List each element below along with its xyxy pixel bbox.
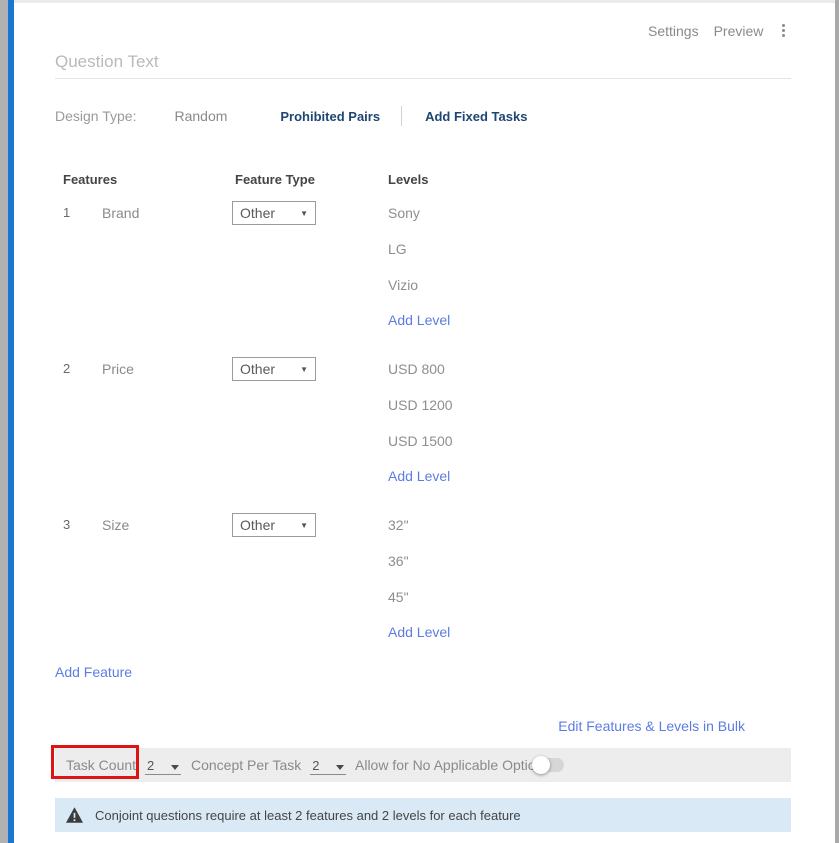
add-fixed-tasks-link[interactable]: Add Fixed Tasks	[425, 109, 527, 124]
warning-banner: Conjoint questions require at least 2 fe…	[55, 798, 791, 832]
add-level-link[interactable]: Add Level	[388, 615, 450, 650]
outer-gray-strip	[0, 0, 8, 843]
right-border-strip	[835, 0, 839, 843]
prohibited-pairs-link[interactable]: Prohibited Pairs	[280, 109, 380, 124]
design-type-value[interactable]: Random	[174, 108, 227, 124]
levels-column-header: Levels	[388, 172, 773, 187]
options-bar: Task Count 2 Concept Per Task 2 Allow fo…	[55, 748, 791, 782]
feature-row-price: 2 Price Other ▼ USD 800 USD 1200 USD 150…	[63, 351, 773, 494]
table-header-row: Features Feature Type Levels	[63, 172, 773, 187]
add-level-link[interactable]: Add Level	[388, 459, 450, 494]
level-value[interactable]: USD 800	[388, 351, 773, 387]
feature-name[interactable]: Size	[102, 507, 232, 650]
feature-row-brand: 1 Brand Other ▼ Sony LG Vizio Add Level	[63, 195, 773, 338]
select-caret-icon: ▼	[300, 521, 308, 530]
task-count-dropdown[interactable]: Task Count 2	[66, 748, 181, 782]
feature-index: 3	[63, 507, 102, 650]
select-caret-icon: ▼	[300, 365, 308, 374]
concept-per-task-label: Concept Per Task	[191, 757, 301, 773]
level-value[interactable]: Vizio	[388, 267, 773, 303]
question-text-input[interactable]: Question Text	[55, 52, 555, 72]
task-count-value: 2	[147, 759, 154, 772]
question-accent-bar	[8, 0, 14, 843]
features-column-header: Features	[63, 172, 235, 187]
design-type-label: Design Type:	[55, 108, 136, 124]
warning-text: Conjoint questions require at least 2 fe…	[95, 808, 521, 823]
design-type-row: Design Type: Random Prohibited Pairs Add…	[55, 104, 527, 128]
level-value[interactable]: 45"	[388, 579, 773, 615]
toggle-knob	[532, 756, 550, 774]
edit-features-levels-bulk-link[interactable]: Edit Features & Levels in Bulk	[558, 718, 745, 734]
top-border-strip	[14, 0, 835, 3]
preview-button[interactable]: Preview	[714, 23, 764, 39]
feature-name[interactable]: Brand	[102, 195, 232, 338]
feature-type-select[interactable]: Other ▼	[232, 201, 316, 225]
header-actions: Settings Preview	[648, 22, 789, 39]
feature-name[interactable]: Price	[102, 351, 232, 494]
level-value[interactable]: USD 1500	[388, 423, 773, 459]
dropdown-arrow-icon	[171, 765, 179, 770]
feature-type-column-header: Feature Type	[235, 172, 388, 187]
feature-row-size: 3 Size Other ▼ 32" 36" 45" Add Level	[63, 507, 773, 650]
concept-per-task-dropdown[interactable]: Concept Per Task 2	[191, 748, 346, 782]
conjoint-question-editor: Settings Preview Question Text Design Ty…	[0, 0, 839, 843]
level-value[interactable]: Sony	[388, 195, 773, 231]
level-value[interactable]: 32"	[388, 507, 773, 543]
no-applicable-option-toggle[interactable]	[534, 758, 564, 772]
add-feature-link[interactable]: Add Feature	[55, 664, 132, 680]
feature-type-select[interactable]: Other ▼	[232, 513, 316, 537]
warning-triangle-icon	[66, 807, 83, 823]
settings-button[interactable]: Settings	[648, 23, 699, 39]
concept-per-task-value: 2	[312, 759, 319, 772]
design-row-divider	[401, 106, 402, 126]
level-value[interactable]: 36"	[388, 543, 773, 579]
feature-index: 2	[63, 351, 102, 494]
no-applicable-option-label: Allow for No Applicable Option	[355, 748, 543, 782]
dropdown-arrow-icon	[336, 765, 344, 770]
level-value[interactable]: LG	[388, 231, 773, 267]
select-caret-icon: ▼	[300, 209, 308, 218]
question-text-underline	[55, 78, 791, 79]
feature-type-value: Other	[240, 361, 275, 377]
task-count-label: Task Count	[66, 757, 136, 773]
feature-type-select[interactable]: Other ▼	[232, 357, 316, 381]
feature-type-value: Other	[240, 517, 275, 533]
feature-type-value: Other	[240, 205, 275, 221]
level-value[interactable]: USD 1200	[388, 387, 773, 423]
kebab-menu-icon[interactable]	[778, 22, 789, 39]
feature-index: 1	[63, 195, 102, 338]
add-level-link[interactable]: Add Level	[388, 303, 450, 338]
